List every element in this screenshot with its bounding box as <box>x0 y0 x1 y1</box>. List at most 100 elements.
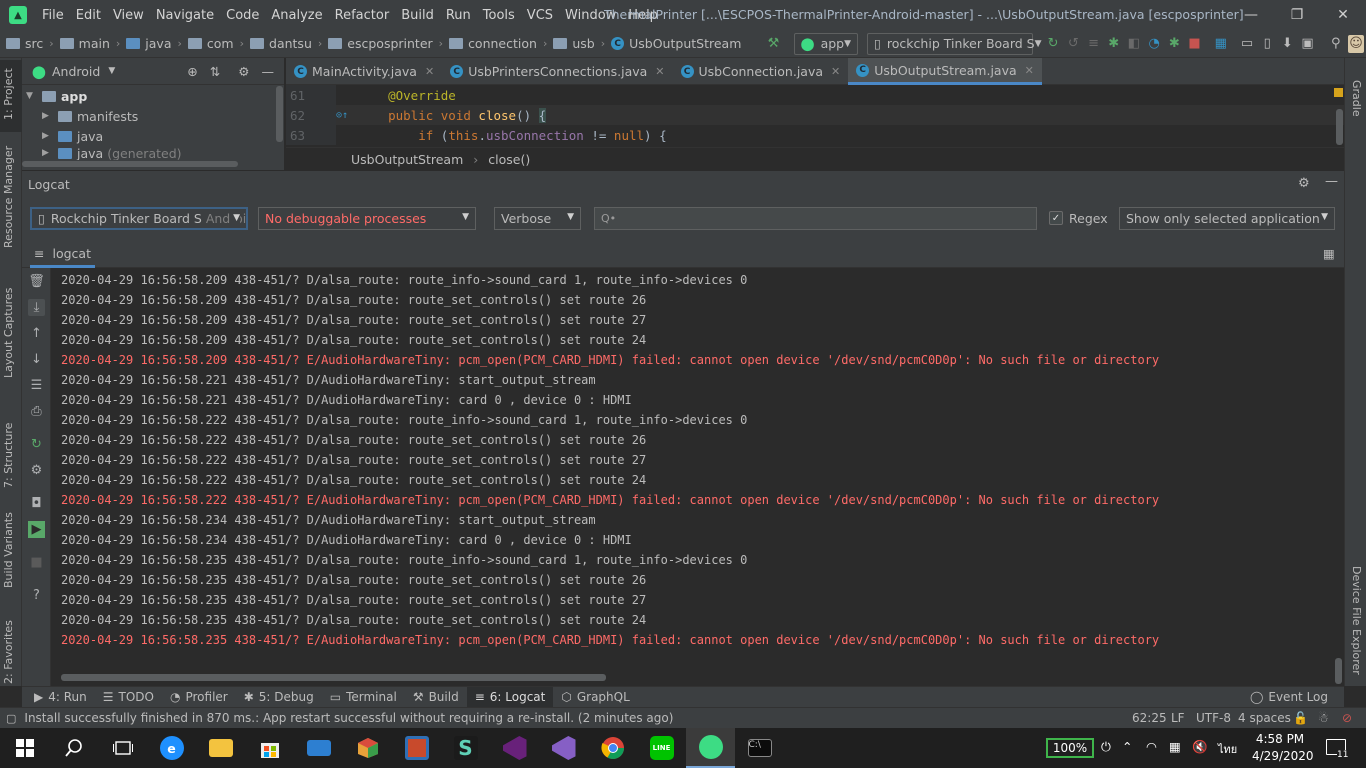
logcat-search-input[interactable]: Q• <box>594 207 1037 230</box>
caret-position[interactable]: 62:25 <box>1132 711 1167 725</box>
trash-icon[interactable]: 🗑 <box>28 273 45 290</box>
stop-icon[interactable]: ■ <box>28 554 45 571</box>
menu-tools[interactable]: Tools <box>477 8 521 23</box>
tool-terminal[interactable]: ▭ Terminal <box>322 687 405 708</box>
gradle-tool-tab[interactable]: Gradle <box>1350 80 1363 117</box>
code-crumb-method[interactable]: close() <box>488 152 530 167</box>
breadcrumb-com[interactable]: com <box>187 36 234 51</box>
visual-studio-2-icon[interactable] <box>539 728 588 768</box>
apply-changes-icon[interactable]: ↻ <box>1045 35 1061 53</box>
hide-icon[interactable]: — <box>1325 174 1338 189</box>
breadcrumb-java[interactable]: java <box>126 36 172 51</box>
breadcrumb-connection[interactable]: connection <box>449 36 537 51</box>
structure-tool-tab[interactable]: 7: Structure <box>2 423 15 488</box>
device-file-explorer-tool-tab[interactable]: Device File Explorer <box>1350 566 1363 675</box>
coverage-icon[interactable]: ◧ <box>1126 35 1142 53</box>
attach-debugger-icon[interactable]: ✱ <box>1166 35 1182 53</box>
tab-mainactivity[interactable]: C MainActivity.java ✕ <box>286 58 442 85</box>
log-hscrollbar[interactable] <box>61 674 606 681</box>
menu-edit[interactable]: Edit <box>70 8 107 23</box>
tool-debug[interactable]: ✱ 5: Debug <box>236 687 322 708</box>
breadcrumb-dantsu[interactable]: dantsu <box>250 36 312 51</box>
menu-code[interactable]: Code <box>220 8 265 23</box>
gear-icon[interactable]: ⚙ <box>1298 176 1310 191</box>
wifi-icon[interactable]: ◠ <box>1146 739 1157 754</box>
minimize-button[interactable]: — <box>1228 0 1274 30</box>
layout-inspector-icon[interactable]: ▣ <box>1299 35 1315 53</box>
tab-usbprintersconnections[interactable]: C UsbPrintersConnections.java ✕ <box>442 58 672 85</box>
gear-icon[interactable]: ⚙ <box>238 64 249 79</box>
debug-icon[interactable]: ✱ <box>1106 35 1122 53</box>
breadcrumb-usboutputstream[interactable]: C UsbOutputStream <box>611 36 741 51</box>
layout-icon[interactable]: ▦ <box>1323 246 1335 261</box>
chevron-up-icon[interactable]: ⌃ <box>1122 739 1132 754</box>
locate-icon[interactable]: ⊕ <box>187 64 197 79</box>
tab-usboutputstream[interactable]: C UsbOutputStream.java ✕ <box>848 58 1042 85</box>
search-everywhere-icon[interactable]: ⚲ <box>1328 35 1344 53</box>
chrome-icon[interactable] <box>588 728 637 768</box>
print-icon[interactable]: ⎙ <box>28 403 45 420</box>
logcat-filter-select[interactable]: Show only selected application ▼ <box>1119 207 1335 230</box>
rerun-icon[interactable]: ≡ <box>1085 35 1101 53</box>
sdk-manager-icon[interactable]: ⬇ <box>1279 35 1295 53</box>
menu-navigate[interactable]: Navigate <box>150 8 220 23</box>
indent-setting[interactable]: 4 spaces <box>1238 711 1291 725</box>
filezilla-icon[interactable] <box>392 728 441 768</box>
s-app-icon[interactable]: S <box>441 728 490 768</box>
chevron-down-icon[interactable]: ▼ <box>108 66 115 76</box>
regex-checkbox[interactable]: ✓ <box>1049 211 1063 225</box>
hector-icon[interactable]: ☃ <box>1318 711 1329 725</box>
logcat-device-select[interactable]: ▯ Rockchip Tinker Board S Android ▼ <box>30 207 248 230</box>
menu-build[interactable]: Build <box>395 8 440 23</box>
rubik-icon[interactable] <box>343 728 392 768</box>
tool-todo[interactable]: ☰ TODO <box>95 687 162 708</box>
code-crumb-class[interactable]: UsbOutputStream <box>351 152 463 167</box>
menu-vcs[interactable]: VCS <box>521 8 559 23</box>
line-separator[interactable]: LF <box>1171 711 1185 725</box>
cmd-icon[interactable]: C:\ <box>735 728 784 768</box>
visual-studio-icon[interactable] <box>490 728 539 768</box>
logcat-level-select[interactable]: Verbose ▼ <box>494 207 581 230</box>
collapse-all-icon[interactable]: ⇅ <box>210 64 220 79</box>
search-icon[interactable] <box>49 728 98 768</box>
code-editor[interactable]: 61 @Override 62 ⊙↑ public void close() {… <box>286 85 1344 147</box>
breadcrumb-src[interactable]: src <box>6 36 43 51</box>
error-notification-icon[interactable]: ⊘ <box>1342 711 1352 725</box>
restart-icon[interactable]: ↻ <box>28 436 45 453</box>
layout-captures-tool-tab[interactable]: Layout Captures <box>2 288 15 378</box>
close-icon[interactable]: ✕ <box>655 65 664 78</box>
tree-item-java-generated[interactable]: ▶ java (generated) <box>22 146 284 160</box>
language-indicator[interactable]: ไทย <box>1218 740 1237 758</box>
tree-item-manifests[interactable]: ▶ manifests <box>22 106 284 126</box>
avatar[interactable]: ☺ <box>1347 34 1365 53</box>
android-studio-icon[interactable] <box>686 728 735 768</box>
mail-icon[interactable] <box>294 728 343 768</box>
breadcrumb-usb[interactable]: usb <box>553 36 595 51</box>
record-icon[interactable]: ▶ <box>28 521 45 538</box>
menu-analyze[interactable]: Analyze <box>265 8 328 23</box>
tool-event-log[interactable]: ◯ Event Log <box>1242 687 1336 708</box>
breadcrumb-escposprinter[interactable]: escposprinter <box>328 36 433 51</box>
run-config-select[interactable]: ⬤ app ▼ <box>793 32 859 55</box>
network-icon[interactable]: ▦ <box>1169 739 1181 754</box>
close-icon[interactable]: ✕ <box>1025 64 1034 77</box>
store-icon[interactable] <box>245 728 294 768</box>
arrow-up-icon[interactable]: ↑ <box>28 325 45 342</box>
status-message[interactable]: Install successfully finished in 870 ms.… <box>24 711 673 725</box>
breadcrumb-main[interactable]: main <box>59 36 110 51</box>
file-explorer-icon[interactable] <box>196 728 245 768</box>
make-project-icon[interactable]: ⚒ <box>765 35 781 53</box>
warning-indicator-icon[interactable] <box>1334 88 1343 97</box>
tool-profiler[interactable]: ◔ Profiler <box>162 687 236 708</box>
log-vscrollbar[interactable] <box>1335 658 1342 684</box>
tool-logcat[interactable]: ≡ 6: Logcat <box>466 686 554 708</box>
tree-item-app[interactable]: ▼ app <box>22 86 284 106</box>
close-window-button[interactable]: ✕ <box>1320 0 1366 30</box>
mute-icon[interactable]: 🔇 <box>1192 739 1208 755</box>
project-tool-tab[interactable]: 1: Project <box>2 68 15 120</box>
tab-usbconnection[interactable]: C UsbConnection.java ✕ <box>673 58 849 85</box>
battery-indicator[interactable]: 100% <box>1046 738 1094 758</box>
gear-icon[interactable]: ⚙ <box>28 462 45 479</box>
apply-code-changes-icon[interactable]: ↺ <box>1065 35 1081 53</box>
camera-icon[interactable]: ◘ <box>28 495 45 512</box>
